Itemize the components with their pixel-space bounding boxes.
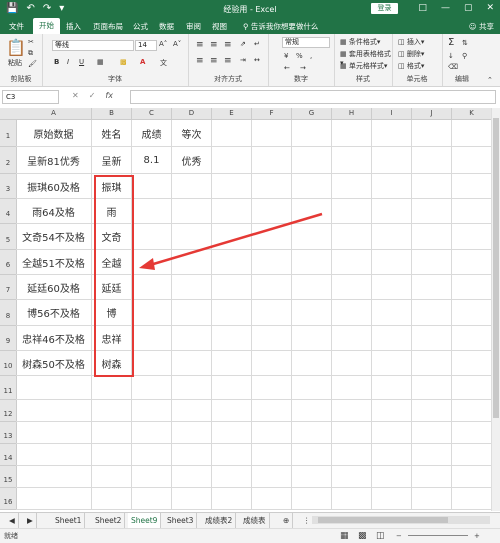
status-bar: 就绪 ▦ ▩ ◫ − + xyxy=(0,528,500,543)
sheet-nav-left-icon[interactable]: ◀ xyxy=(6,513,19,528)
annotation-arrow xyxy=(139,212,323,270)
sheet-tab-4[interactable]: Sheet3 xyxy=(164,513,198,528)
horizontal-scrollbar[interactable] xyxy=(312,516,490,524)
sheet-tab-1[interactable]: Sheet1 xyxy=(52,513,86,528)
zoom-out-icon[interactable]: − xyxy=(396,529,402,543)
zoom-in-icon[interactable]: + xyxy=(474,529,480,543)
sheet-tab-2[interactable]: Sheet2 xyxy=(92,513,126,528)
add-sheet-icon[interactable]: ⊕ xyxy=(280,513,294,528)
sheet-tab-6[interactable]: 成绩表 xyxy=(240,513,270,528)
sheet-nav-right-icon[interactable]: ▶ xyxy=(24,513,37,528)
page-layout-view-icon[interactable]: ▩ xyxy=(358,529,367,543)
status-ready: 就绪 xyxy=(4,532,18,540)
horizontal-scroll-thumb[interactable] xyxy=(318,517,448,523)
sheet-tab-5[interactable]: 成绩表2 xyxy=(202,513,237,528)
sheet-tab-bar: ◀ ▶ Sheet1 Sheet2 Sheet9 Sheet3 成绩表2 成绩表 ⊕ ⋮ xyxy=(0,512,500,530)
normal-view-icon[interactable]: ▦ xyxy=(340,529,349,543)
zoom-slider[interactable] xyxy=(408,535,468,536)
page-break-view-icon[interactable]: ◫ xyxy=(376,529,385,543)
